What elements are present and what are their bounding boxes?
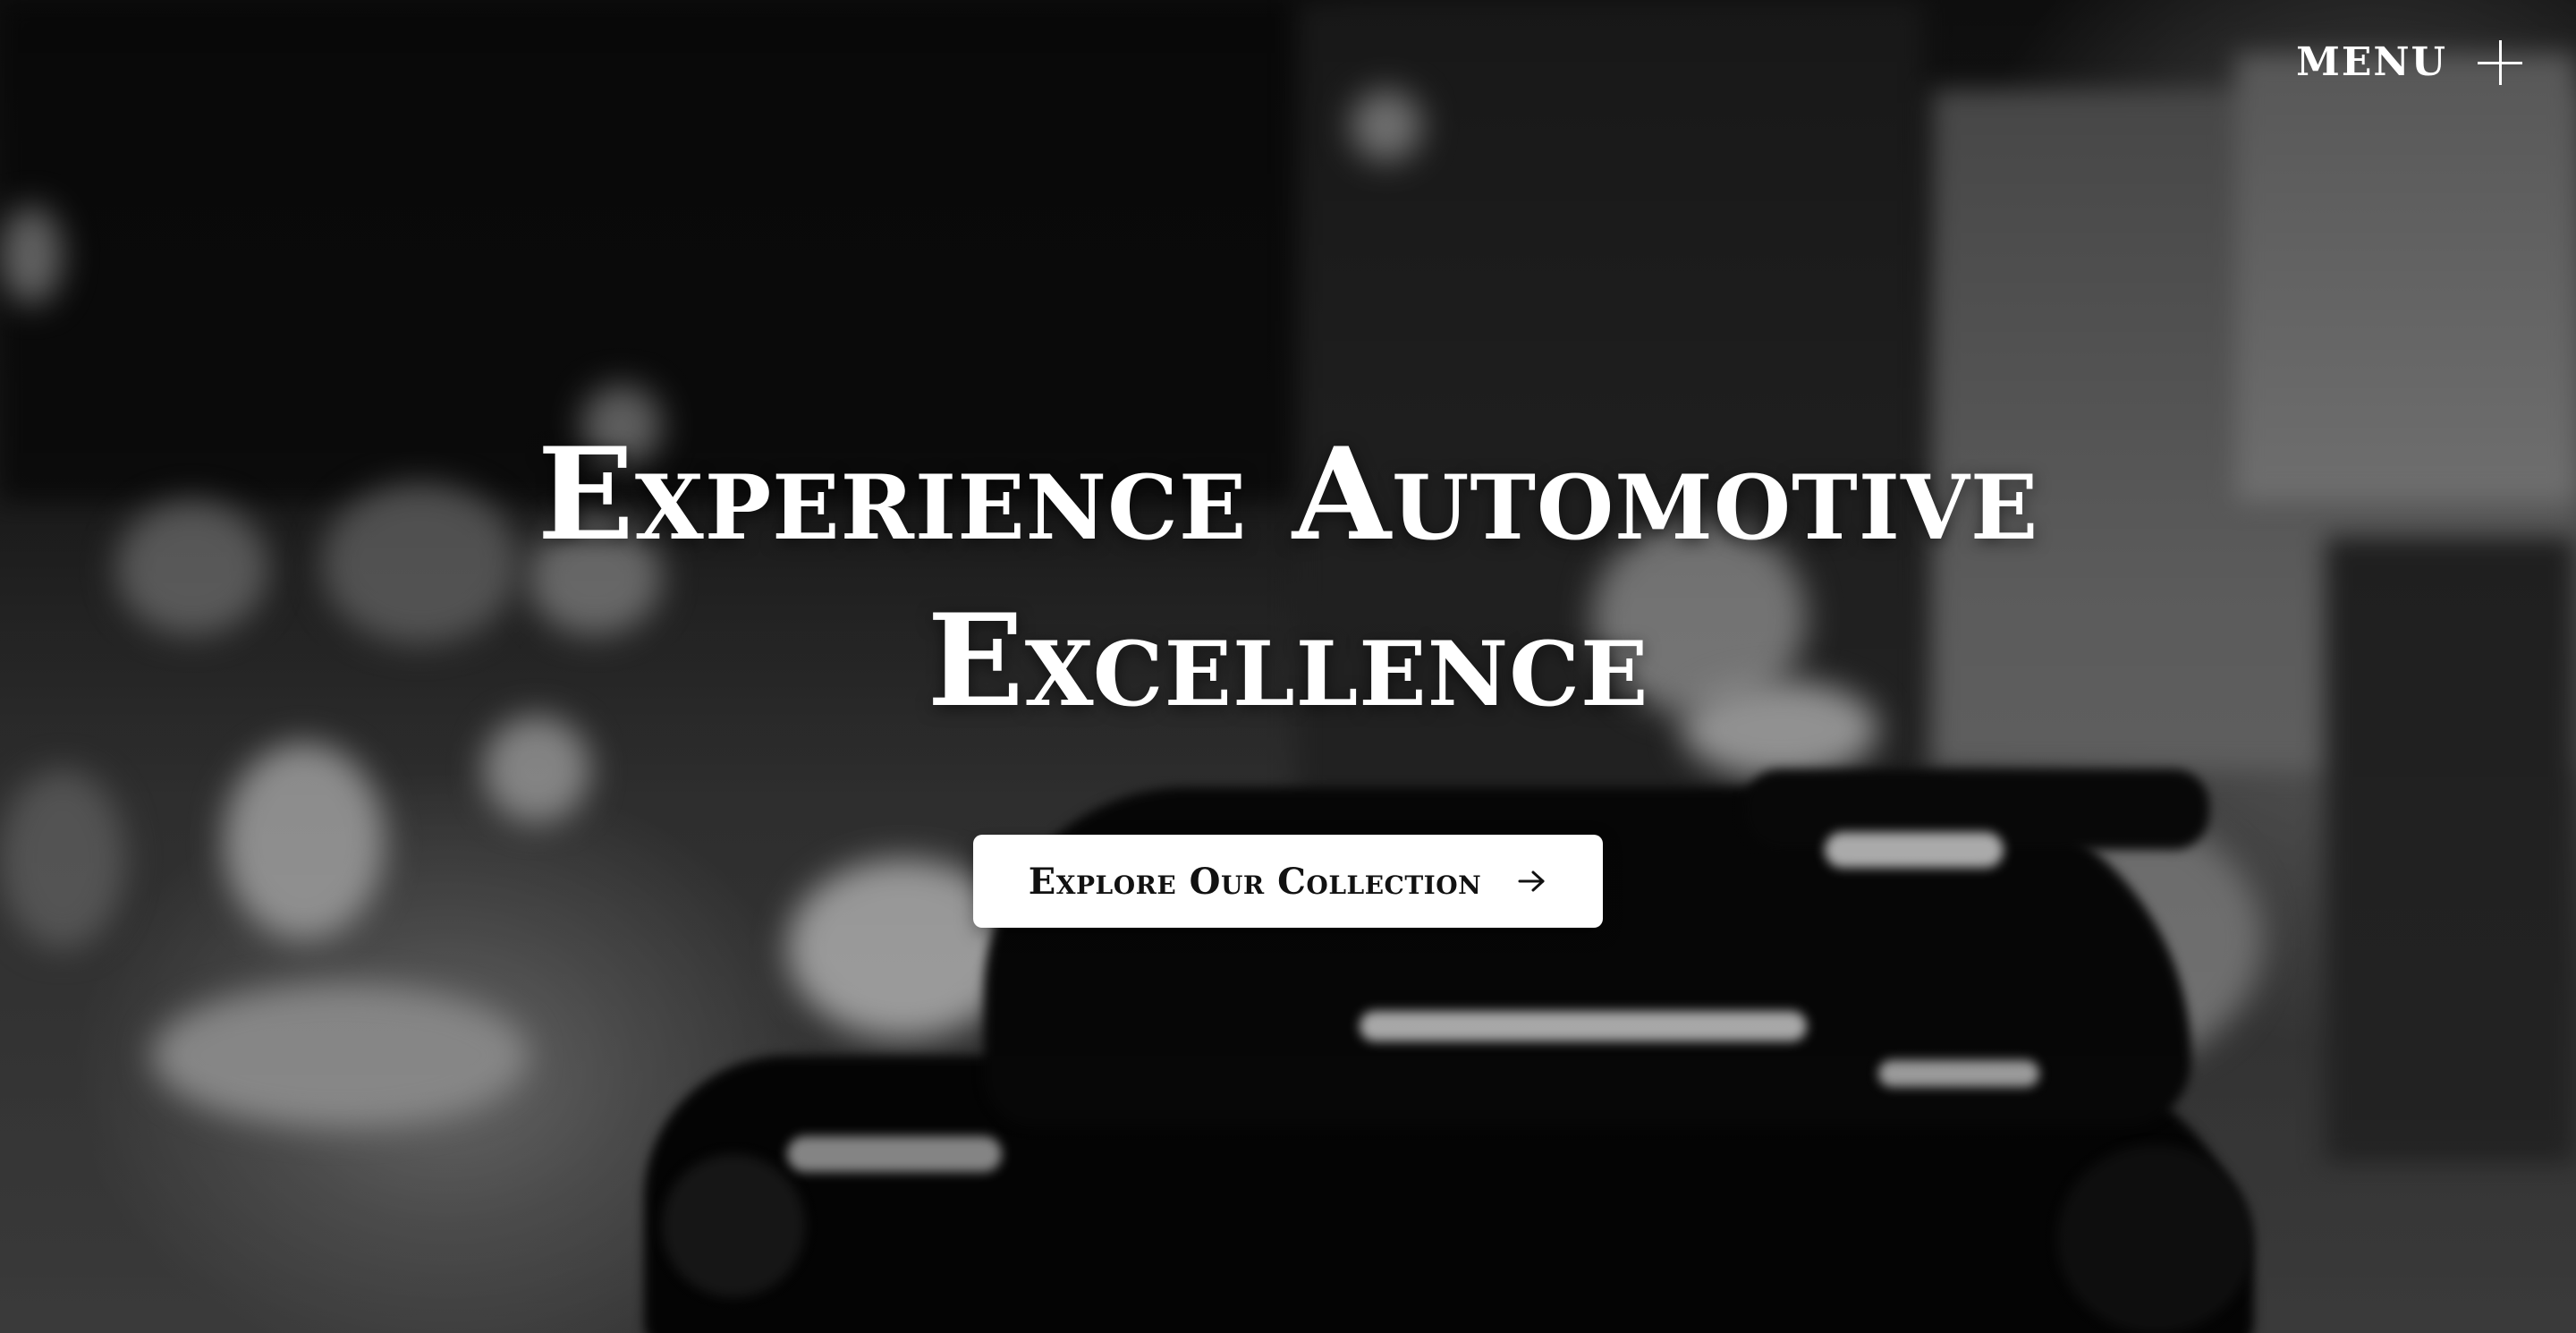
plus-icon <box>2478 39 2522 85</box>
explore-collection-label: Explore Our Collection <box>1028 860 1482 903</box>
hero-headline-line-2: Excellence <box>927 587 1649 735</box>
menu-button[interactable]: MENU <box>2296 39 2522 85</box>
explore-collection-button[interactable]: Explore Our Collection <box>973 835 1603 928</box>
hero-headline: Experience Automotive Excellence <box>0 412 2576 744</box>
arrow-right-icon <box>1517 868 1547 895</box>
hero-headline-line-1: Experience Automotive <box>537 420 2039 569</box>
menu-label: MENU <box>2296 39 2447 85</box>
hero-section: MENU Experience Automotive Excellence Ex… <box>0 0 2576 1333</box>
